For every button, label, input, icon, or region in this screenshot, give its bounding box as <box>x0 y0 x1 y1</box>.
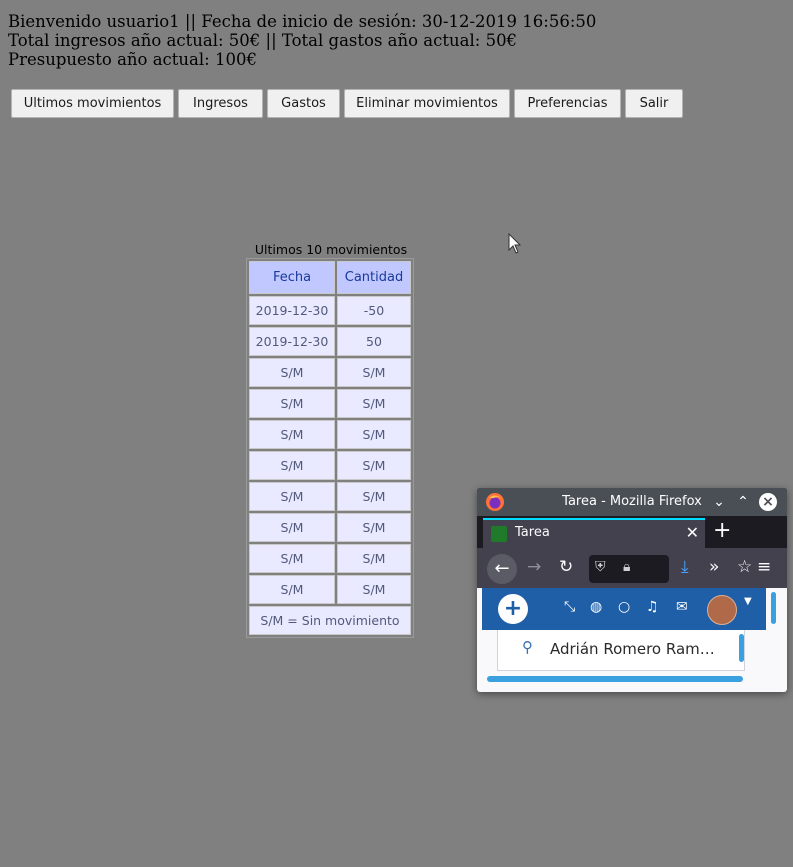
tracking-shield-icon[interactable]: ⛨ <box>595 559 606 575</box>
amount-cell: S/M <box>337 451 411 480</box>
window-titlebar[interactable]: Tarea - Mozilla Firefox ⌄ ⌃ × <box>477 488 787 516</box>
amount-cell: 50 <box>337 327 411 356</box>
amount-cell: -50 <box>337 296 411 325</box>
table-row: S/M S/M <box>249 482 411 511</box>
pocket-icon[interactable]: » <box>709 557 719 577</box>
date-cell: 2019-12-30 <box>249 296 335 325</box>
table-row: S/M S/M <box>249 389 411 418</box>
tab-bar: Tarea ✕ + <box>477 516 787 548</box>
table-header-row: Fecha Cantidad <box>249 261 411 294</box>
url-bar[interactable]: ⛨ 🔒︎ <box>589 555 669 583</box>
site-navbar: + ⤡ ◍ ○ ♫ ✉ ▼ <box>482 588 766 630</box>
totals-line: Total ingresos año actual: 50€ || Total … <box>8 31 518 50</box>
user-name[interactable]: Adrián Romero Ram… <box>550 640 715 658</box>
add-icon[interactable]: + <box>498 594 528 624</box>
date-cell: 2019-12-30 <box>249 327 335 356</box>
header-amount: Cantidad <box>337 261 411 294</box>
preferences-button[interactable]: Preferencias <box>514 89 621 118</box>
chevron-down-icon[interactable]: ▼ <box>744 596 752 607</box>
dropdown-scrollbar[interactable] <box>739 634 744 662</box>
back-icon[interactable]: ← <box>487 554 517 584</box>
date-cell: S/M <box>249 513 335 542</box>
forward-icon[interactable]: → <box>527 557 541 577</box>
globe-icon[interactable]: ◍ <box>590 599 602 615</box>
table-row: S/M S/M <box>249 358 411 387</box>
user-dropdown: ⚲ Adrián Romero Ram… <box>497 630 745 671</box>
mail-icon[interactable]: ✉ <box>676 599 688 615</box>
table-row: S/M S/M <box>249 575 411 604</box>
date-cell: S/M <box>249 389 335 418</box>
new-tab-icon[interactable]: + <box>713 518 731 543</box>
collapse-icon[interactable]: ⤡ <box>564 599 575 615</box>
table-row: 2019-12-30 50 <box>249 327 411 356</box>
header-date: Fecha <box>249 261 335 294</box>
favicon-icon <box>491 526 507 542</box>
legend-note: S/M = Sin movimiento <box>249 606 411 635</box>
minimize-icon[interactable]: ⌄ <box>709 492 729 512</box>
menu-icon[interactable]: ≡ <box>757 557 771 577</box>
movements-table: Fecha Cantidad 2019-12-30 -50 2019-12-30 50… <box>246 258 414 638</box>
bookmark-star-icon[interactable]: ☆ <box>737 557 752 577</box>
chat-icon[interactable]: ○ <box>618 599 630 615</box>
reload-icon[interactable]: ↻ <box>559 557 573 577</box>
table-caption: Ultimos 10 movimientos <box>254 242 408 257</box>
date-cell: S/M <box>249 544 335 573</box>
table-footer-row: S/M = Sin movimiento <box>249 606 411 635</box>
close-tab-icon[interactable]: ✕ <box>686 523 699 542</box>
bell-icon[interactable]: ♫ <box>646 599 659 615</box>
table-row: S/M S/M <box>249 420 411 449</box>
tab-title: Tarea <box>515 525 550 540</box>
amount-cell: S/M <box>337 513 411 542</box>
browser-toolbar: ← → ↻ ⛨ 🔒︎ ⤓ » ☆ ≡ <box>477 548 787 588</box>
lock-icon[interactable]: 🔒︎ <box>623 559 630 575</box>
date-cell: S/M <box>249 420 335 449</box>
download-icon[interactable]: ⤓ <box>681 557 689 577</box>
table-row: 2019-12-30 -50 <box>249 296 411 325</box>
delete-movements-button[interactable]: Eliminar movimientos <box>344 89 510 118</box>
amount-cell: S/M <box>337 575 411 604</box>
table-row: S/M S/M <box>249 544 411 573</box>
close-window-icon[interactable]: × <box>759 493 777 511</box>
avatar[interactable] <box>707 595 737 625</box>
welcome-line: Bienvenido usuario1 || Fecha de inicio d… <box>8 12 597 31</box>
income-button[interactable]: Ingresos <box>178 89 263 118</box>
user-icon: ⚲ <box>522 638 533 656</box>
tab-tarea[interactable]: Tarea ✕ <box>483 518 705 548</box>
date-cell: S/M <box>249 358 335 387</box>
amount-cell: S/M <box>337 544 411 573</box>
amount-cell: S/M <box>337 358 411 387</box>
logout-button[interactable]: Salir <box>625 89 683 118</box>
last-movements-button[interactable]: Ultimos movimientos <box>11 89 174 118</box>
horizontal-scrollbar[interactable] <box>487 676 743 682</box>
amount-cell: S/M <box>337 420 411 449</box>
maximize-icon[interactable]: ⌃ <box>733 492 753 512</box>
table-row: S/M S/M <box>249 451 411 480</box>
date-cell: S/M <box>249 451 335 480</box>
table-row: S/M S/M <box>249 513 411 542</box>
scrollbar[interactable] <box>771 592 776 624</box>
session-header: Bienvenido usuario1 || Fecha de inicio d… <box>8 12 596 69</box>
mouse-pointer-icon <box>508 233 522 254</box>
main-nav: Ultimos movimientos Ingresos Gastos Elim… <box>0 89 793 118</box>
amount-cell: S/M <box>337 389 411 418</box>
date-cell: S/M <box>249 575 335 604</box>
amount-cell: S/M <box>337 482 411 511</box>
budget-line: Presupuesto año actual: 100€ <box>8 50 257 69</box>
firefox-window[interactable]: Tarea - Mozilla Firefox ⌄ ⌃ × Tarea ✕ + … <box>477 488 787 692</box>
page-content: + ⤡ ◍ ○ ♫ ✉ ▼ ⚲ Adrián Romero Ram… <box>477 588 787 692</box>
date-cell: S/M <box>249 482 335 511</box>
expenses-button[interactable]: Gastos <box>267 89 340 118</box>
